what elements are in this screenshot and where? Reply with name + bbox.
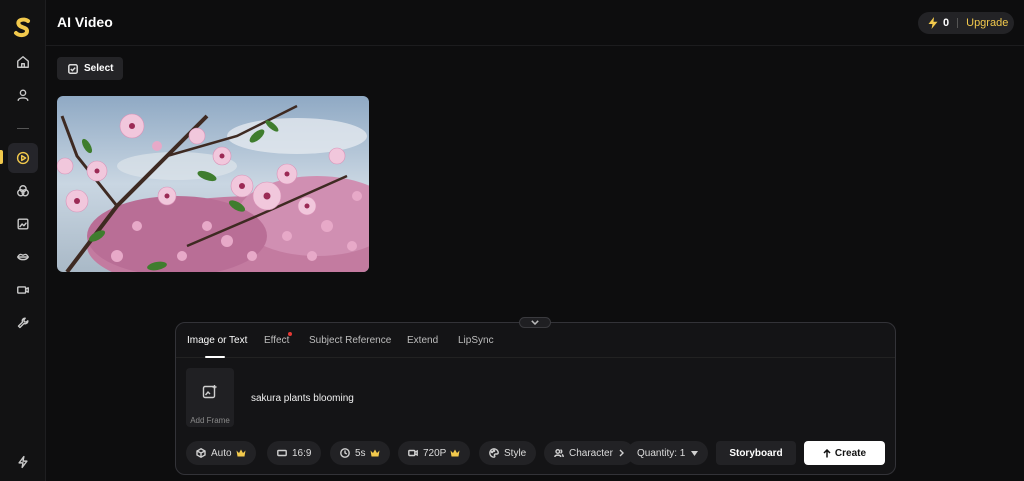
prompt-input[interactable]: sakura plants blooming [251, 393, 354, 404]
app-logo[interactable] [11, 16, 35, 40]
effects-icon [17, 185, 29, 197]
bolt-icon [18, 455, 28, 469]
sidebar-item-profile[interactable] [8, 80, 38, 110]
page-title: AI Video [57, 14, 113, 30]
sidebar-item-image[interactable] [8, 209, 38, 239]
duration-value: 5s [355, 447, 366, 459]
sidebar-item-ai-video[interactable] [8, 143, 38, 173]
cube-icon [196, 448, 206, 458]
active-tab-underline [205, 356, 225, 358]
sidebar-item-camera[interactable] [8, 275, 38, 305]
video-camera-icon [408, 449, 418, 457]
chevron-right-icon [619, 449, 624, 457]
credits-badge: 0 Upgrade [918, 12, 1014, 34]
ratio-value: 16:9 [292, 447, 312, 459]
checkbox-icon [68, 63, 78, 74]
tab-subject-reference[interactable]: Subject Reference [309, 335, 391, 346]
character-select[interactable]: Character [544, 441, 634, 465]
resolution-select[interactable]: 720P [398, 441, 471, 465]
collapse-panel-button[interactable] [519, 317, 551, 328]
sidebar [0, 0, 46, 481]
create-button[interactable]: Create [804, 441, 885, 465]
select-label: Select [84, 63, 114, 74]
tab-lipsync[interactable]: LipSync [458, 335, 494, 346]
divider [957, 18, 959, 28]
wrench-icon [17, 317, 29, 329]
clock-icon [340, 448, 350, 458]
resolution-value: 720P [423, 447, 447, 459]
style-select[interactable]: Style [479, 441, 537, 465]
aspect-ratio-icon [277, 449, 287, 457]
aspect-ratio-select[interactable]: 16:9 [267, 441, 322, 465]
video-thumbnail[interactable] [57, 96, 369, 272]
sidebar-item-tools[interactable] [8, 308, 38, 338]
panel-tabs: Image or Text Effect Subject Reference E… [176, 323, 895, 358]
camera-icon [17, 286, 29, 294]
caret-down-icon [691, 450, 699, 456]
upgrade-link[interactable]: Upgrade [966, 17, 1008, 29]
image-icon [17, 218, 29, 230]
users-icon [554, 449, 564, 458]
model-select[interactable]: Auto [186, 441, 256, 465]
quantity-value: Quantity: 1 [637, 447, 686, 459]
tab-effect[interactable]: Effect [264, 335, 289, 346]
style-value: Style [504, 447, 527, 459]
character-value: Character [569, 447, 613, 459]
user-icon [17, 89, 29, 101]
sidebar-divider [17, 128, 29, 129]
active-indicator [0, 150, 3, 164]
sidebar-item-home[interactable] [8, 47, 38, 77]
model-value: Auto [211, 447, 232, 459]
add-image-icon [202, 385, 217, 399]
sidebar-item-lipsync[interactable] [8, 242, 38, 272]
palette-icon [489, 448, 499, 458]
create-label: Create [834, 447, 867, 459]
app-root: AI Video 0 Upgrade Select Image or Text … [0, 0, 1024, 481]
home-icon [17, 56, 29, 68]
tab-extend[interactable]: Extend [407, 335, 438, 346]
storyboard-button[interactable]: Storyboard [716, 441, 796, 465]
tab-image-or-text[interactable]: Image or Text [187, 335, 247, 346]
sakura-image [57, 96, 369, 272]
crown-icon [370, 449, 380, 457]
select-button[interactable]: Select [57, 57, 123, 80]
arrow-up-icon [823, 448, 831, 457]
notification-dot [288, 332, 292, 336]
sidebar-item-boost[interactable] [8, 447, 38, 477]
add-frame-button[interactable]: Add Frame [186, 368, 234, 427]
quantity-select[interactable]: Quantity: 1 [627, 441, 709, 465]
bolt-icon [928, 17, 938, 29]
duration-select[interactable]: 5s [330, 441, 390, 465]
video-play-icon [16, 151, 30, 165]
sidebar-item-effects[interactable] [8, 176, 38, 206]
crown-icon [450, 449, 460, 457]
crown-icon [236, 449, 246, 457]
lips-icon [17, 253, 29, 261]
header-divider [46, 45, 1024, 46]
generation-panel: Image or Text Effect Subject Reference E… [175, 322, 896, 475]
chevron-down-icon [531, 320, 539, 325]
add-frame-label: Add Frame [190, 416, 230, 425]
credits-count: 0 [943, 17, 950, 29]
